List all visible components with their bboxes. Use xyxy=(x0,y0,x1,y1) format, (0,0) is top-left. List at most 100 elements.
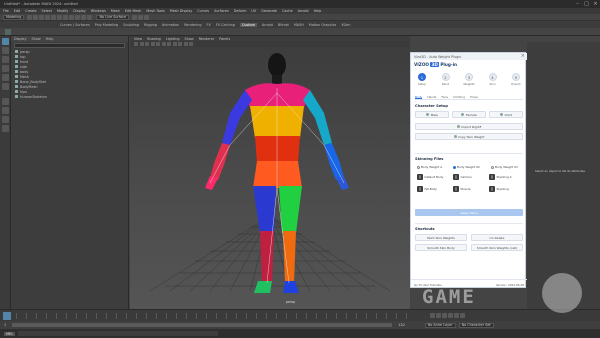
anim-layer-dropdown[interactable]: No Anim Layer xyxy=(424,322,456,328)
snap-curve-icon[interactable] xyxy=(81,14,87,20)
bookmark-icon[interactable] xyxy=(139,42,144,46)
shelf-tab-active[interactable]: Custom xyxy=(239,22,257,27)
menu-item[interactable]: Help xyxy=(314,9,322,13)
step-forward-icon[interactable] xyxy=(454,313,459,318)
mode-dropdown[interactable]: Modeling xyxy=(3,14,25,20)
scale-tool-icon[interactable] xyxy=(2,83,9,90)
select-component-icon[interactable] xyxy=(69,14,75,20)
textured-icon[interactable] xyxy=(167,42,171,46)
skin-preset-cartoon[interactable]: Cartoon xyxy=(453,174,472,180)
command-language[interactable]: MEL xyxy=(4,331,15,336)
new-scene-icon[interactable] xyxy=(27,14,33,20)
camera-attr-icon[interactable] xyxy=(134,42,138,46)
shelf-tab[interactable]: Sculpting xyxy=(123,23,139,27)
lights-icon[interactable] xyxy=(172,42,177,46)
shelf-tab[interactable]: Motion Graphics xyxy=(309,23,337,27)
save-scene-icon[interactable] xyxy=(39,14,45,20)
import-rig-button[interactable]: Import Rig/SF xyxy=(415,123,523,130)
menu-item[interactable]: Curves xyxy=(197,9,209,13)
snap-grid-icon[interactable] xyxy=(75,14,81,20)
child-button[interactable]: Child xyxy=(489,111,523,118)
shelf-tab[interactable]: Rigging xyxy=(144,23,157,27)
time-slider[interactable] xyxy=(0,309,600,321)
command-input[interactable] xyxy=(17,331,218,336)
menu-item[interactable]: Create xyxy=(25,9,36,13)
shelf-tab[interactable]: Bifrost xyxy=(278,23,289,27)
viewport-menu-item[interactable]: Show xyxy=(185,37,194,41)
skin-preset-default-body[interactable]: Default Body xyxy=(417,174,443,180)
viewport-menu-item[interactable]: View xyxy=(134,37,142,41)
menu-item[interactable]: Mesh Tools xyxy=(146,9,164,13)
image-plane-icon[interactable] xyxy=(145,42,149,46)
grid-toggle-icon[interactable] xyxy=(150,42,155,46)
copy-skin-weight-button[interactable]: Copy Skin Weight xyxy=(415,133,523,140)
viewport[interactable]: View Shading Lighting Show Renderer Pane… xyxy=(130,36,410,309)
outliner-menu-item[interactable]: Show xyxy=(32,37,41,41)
rotate-tool-icon[interactable] xyxy=(2,74,9,81)
smooth-skin-weights-button[interactable]: Smooth Skin Weights (cell) xyxy=(471,244,523,251)
skin-preset-stylizing-2[interactable]: Stylizing 2 xyxy=(489,174,512,180)
viewport-menu-item[interactable]: Shading xyxy=(147,37,161,41)
skin-preset-muscle[interactable]: Muscle xyxy=(453,186,471,192)
shelf-tool-icon[interactable] xyxy=(5,29,11,35)
female-button[interactable]: Female xyxy=(452,111,486,118)
menu-item[interactable]: Surfaces xyxy=(214,9,229,13)
lasso-tool-icon[interactable] xyxy=(2,47,9,54)
menu-item[interactable]: Modify xyxy=(57,9,68,13)
shadows-icon[interactable] xyxy=(178,42,182,46)
menu-item[interactable]: Mesh Display xyxy=(170,9,193,13)
character-mesh[interactable] xyxy=(200,48,350,298)
select-tool-icon[interactable] xyxy=(2,38,9,45)
paint-skin-weights-button[interactable]: Paint Skin Weights xyxy=(415,234,467,241)
smooth-skin-body-button[interactable]: Smooth Skin Body xyxy=(415,244,467,251)
maximize-icon[interactable]: □ xyxy=(582,0,591,8)
menu-item[interactable]: Deform xyxy=(234,9,247,13)
xray-icon[interactable] xyxy=(189,42,193,46)
paint-select-icon[interactable] xyxy=(2,56,9,63)
male-button[interactable]: Male xyxy=(415,111,449,118)
layout-single-icon[interactable] xyxy=(2,98,9,105)
step-setup[interactable]: 1 Setup xyxy=(415,73,429,91)
menu-item[interactable]: Edit Mesh xyxy=(125,9,142,13)
close-icon[interactable]: × xyxy=(521,53,525,59)
menu-item[interactable]: Windows xyxy=(91,9,106,13)
shelf-tab[interactable]: XGen xyxy=(341,23,350,27)
minimize-icon[interactable]: – xyxy=(573,0,582,8)
character-set-dropdown[interactable]: No Character Set xyxy=(458,322,494,328)
step-skin[interactable]: 4 Skin xyxy=(486,73,500,91)
skin-preset-stylizing[interactable]: Stylizing xyxy=(489,186,509,192)
close-icon[interactable]: × xyxy=(591,0,600,8)
ipr-render-icon[interactable] xyxy=(138,14,144,20)
play-forward-icon[interactable] xyxy=(448,313,453,318)
layout-four-icon[interactable] xyxy=(2,107,9,114)
un-delete-button[interactable]: Un Delete xyxy=(471,234,523,241)
render-icon[interactable] xyxy=(132,14,138,20)
range-end[interactable]: 120 xyxy=(398,323,404,327)
range-start[interactable]: 1 xyxy=(4,323,6,327)
menu-item[interactable]: Cache xyxy=(282,9,293,13)
step-back-icon[interactable] xyxy=(436,313,441,318)
outliner-item[interactable]: HumanSkeleton xyxy=(11,94,128,99)
radio-body-weight-03[interactable]: Body Weight 03 xyxy=(491,165,518,169)
shelf-tab[interactable]: FX xyxy=(207,23,211,27)
subtab-face[interactable]: Face xyxy=(441,95,448,99)
shelf-tab[interactable]: Curves / Surfaces xyxy=(60,23,90,27)
outliner-menu-item[interactable]: Help xyxy=(46,37,54,41)
snap-point-icon[interactable] xyxy=(87,14,93,20)
outliner-menu-item[interactable]: Display xyxy=(14,37,27,41)
current-frame-marker[interactable] xyxy=(3,312,11,320)
outliner-search-input[interactable] xyxy=(14,43,125,48)
isolate-select-icon[interactable] xyxy=(183,42,188,46)
shelf-tab[interactable]: Rendering xyxy=(184,23,201,27)
step-paint[interactable]: 2 Paint xyxy=(439,73,453,91)
smooth-shade-icon[interactable] xyxy=(161,42,166,46)
subtab-hands[interactable]: Hands xyxy=(427,95,436,99)
step-export[interactable]: 5 Export xyxy=(509,73,523,91)
menu-item[interactable]: Generate xyxy=(261,9,277,13)
subtab-props[interactable]: Props xyxy=(470,95,478,99)
select-hierarchy-icon[interactable] xyxy=(57,14,63,20)
apply-skins-button[interactable]: Apply Skins xyxy=(415,209,523,216)
shelf-tab[interactable]: MASH xyxy=(294,23,304,27)
shelf-tab[interactable]: FX Caching xyxy=(216,23,235,27)
undo-icon[interactable] xyxy=(45,14,51,20)
